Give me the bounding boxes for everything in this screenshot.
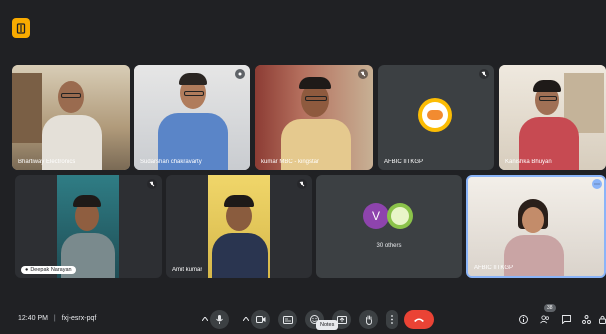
participant-name: Deepak Narayan xyxy=(30,267,72,273)
bottom-toolbar: 12:40 PM | fxj-esrx-pqf Notes 38 xyxy=(0,302,606,334)
camera-button[interactable] xyxy=(251,310,270,329)
afbic-logo xyxy=(418,98,452,132)
hang-up-icon xyxy=(414,318,424,322)
meeting-info: 12:40 PM | fxj-esrx-pqf xyxy=(18,315,97,322)
lock-icon xyxy=(598,315,606,324)
people-icon xyxy=(540,314,549,323)
mic-off-icon xyxy=(358,69,368,79)
captions-icon xyxy=(282,315,293,324)
host-controls-button[interactable] xyxy=(598,314,606,324)
people-count-badge: 38 xyxy=(544,304,556,312)
avatar: V xyxy=(363,203,389,229)
more-options-button[interactable] xyxy=(386,310,398,329)
raise-hand-button[interactable] xyxy=(359,310,378,329)
mic-off-icon xyxy=(235,69,245,79)
captions-button[interactable] xyxy=(278,310,297,329)
microphone-button[interactable] xyxy=(210,310,229,329)
activities-button[interactable] xyxy=(581,314,591,324)
participant-name: AFBIC IITKGP xyxy=(474,265,514,271)
others-count: 30 others xyxy=(376,243,402,249)
participant-tile[interactable]: Sudarshan chakravarty xyxy=(134,65,250,170)
participant-name: Sudarshan chakravarty xyxy=(140,159,202,165)
participant-tile[interactable]: Kanishka Bhuyan xyxy=(499,65,606,170)
hand-icon xyxy=(365,315,372,325)
more-vert-icon xyxy=(391,315,393,324)
participant-tile[interactable]: AFBIC IITKGP xyxy=(378,65,494,170)
mic-off-icon xyxy=(147,179,157,189)
clock-time: 12:40 PM xyxy=(18,315,48,322)
participant-name: AFBIC IITKGP xyxy=(384,159,424,165)
camera-icon xyxy=(255,316,265,323)
participant-name: kumar MBC - kingstar xyxy=(261,159,320,165)
more-options-icon[interactable]: ⋯ xyxy=(592,179,602,189)
mic-off-icon xyxy=(479,69,489,79)
microphone-icon xyxy=(216,315,223,324)
notes-tooltip: Notes xyxy=(316,320,339,330)
participant-tile[interactable]: Bhartiway Electronics xyxy=(12,65,130,170)
chat-icon xyxy=(561,314,571,324)
avatar xyxy=(387,203,413,229)
participant-name-chip: ● Deepak Narayan xyxy=(21,266,76,274)
chat-button[interactable] xyxy=(561,314,571,324)
info-icon xyxy=(518,314,528,324)
participant-tile[interactable]: Amit kumar xyxy=(166,175,312,278)
leave-call-button[interactable] xyxy=(404,310,434,329)
meeting-code: fxj-esrx-pqf xyxy=(61,315,97,322)
participant-tile[interactable]: ⋯ AFBIC IITKGP xyxy=(466,175,606,278)
activities-icon xyxy=(581,314,591,324)
meeting-details-button[interactable] xyxy=(518,314,528,324)
participant-name: Bhartiway Electronics xyxy=(18,159,76,165)
mic-options-chevron-icon[interactable] xyxy=(200,314,210,324)
participant-name: Amit kumar xyxy=(172,267,203,273)
participant-tile[interactable]: kumar MBC - kingstar xyxy=(255,65,373,170)
others-tile[interactable]: V 30 others xyxy=(316,175,462,278)
camera-options-chevron-icon[interactable] xyxy=(241,314,251,324)
document-icon xyxy=(16,22,26,34)
meeting-notes-badge[interactable] xyxy=(12,18,30,38)
participant-name: Kanishka Bhuyan xyxy=(505,159,552,165)
mic-icon: ● xyxy=(25,267,29,273)
mic-off-icon xyxy=(297,179,307,189)
people-button[interactable] xyxy=(540,314,550,324)
participant-tile[interactable]: ● Deepak Narayan xyxy=(15,175,162,278)
